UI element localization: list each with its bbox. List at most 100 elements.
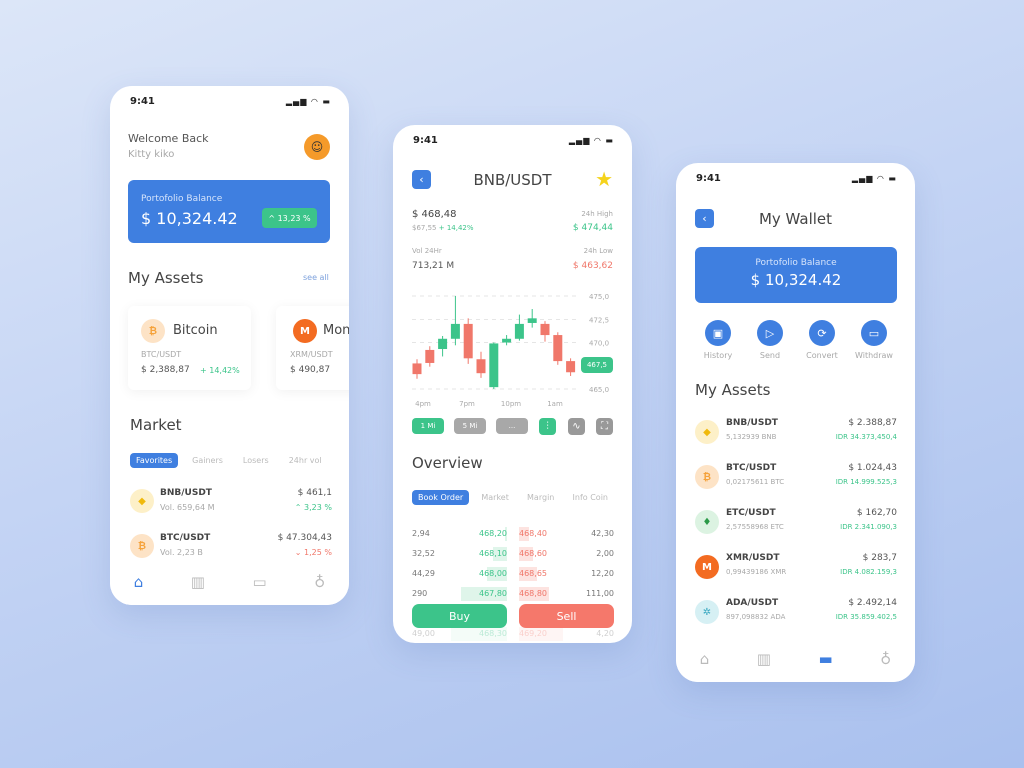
bid-price: 468,10 (479, 549, 507, 558)
history-button[interactable]: ▣ History (695, 320, 741, 360)
candle-body (514, 323, 524, 339)
indicators-icon[interactable]: ⫶ (539, 418, 556, 435)
wallet-icon[interactable]: ▭ (253, 573, 267, 591)
change: 1,25 % (304, 548, 332, 557)
order-book-row[interactable]: 290 467,80 468,80 111,00 (412, 585, 614, 605)
amount: 897,098832 ADA (726, 613, 786, 621)
pair: XMR/USDT (726, 553, 780, 563)
action-label: Withdraw (855, 351, 893, 360)
ask-amount: 12,20 (591, 569, 614, 578)
candle-body (463, 323, 473, 359)
ask-amount: 42,30 (591, 529, 614, 538)
wallet-title: My Wallet (758, 210, 833, 228)
bnb-icon: ◆ (695, 420, 719, 444)
bitcoin-icon: ₿ (141, 319, 165, 343)
wallet-asset-row[interactable]: ₿ BTC/USDT 0,02175611 BTC $ 1.024,43 IDR… (695, 461, 897, 506)
convert-button[interactable]: ⟳ Convert (799, 320, 845, 360)
convert-icon: ⟳ (809, 320, 835, 346)
chart-icon[interactable]: ▥ (757, 650, 771, 668)
interval-more[interactable]: ... (496, 418, 528, 434)
withdraw-button[interactable]: ▭ Withdraw (851, 320, 897, 360)
volume: Vol. 2,23 B (160, 548, 203, 557)
asset-name: Monero (323, 323, 349, 338)
asset-card[interactable]: M Monero XRM/USDT $ 490,87 (276, 306, 349, 390)
x-tick-label: 4pm (415, 400, 431, 408)
y-tick-label: 470,0 (589, 340, 609, 348)
status-icons: ▂▄▆ ◠ ▬ (568, 136, 614, 145)
wallet-asset-row[interactable]: M XMR/USDT 0,99439186 XMR $ 283,7 IDR 4.… (695, 551, 897, 596)
bottom-nav: ⌂ ▥ ▭ ♁ (110, 559, 349, 605)
change-badge: ^ 13,23 % (262, 208, 317, 228)
fullscreen-icon[interactable]: ⛶ (596, 418, 613, 435)
tab-market[interactable]: Market (475, 490, 515, 505)
order-book-row[interactable]: 32,52 468,10 468,60 2,00 (412, 545, 614, 565)
monero-icon: M (695, 555, 719, 579)
usd-value: $ 162,70 (856, 508, 897, 518)
interval-5mi[interactable]: 5 Mi (454, 418, 486, 434)
y-tick-label: 472,5 (589, 316, 609, 324)
home-icon[interactable]: ⌂ (134, 573, 144, 591)
bid-price: 468,00 (479, 569, 507, 578)
status-icons: ▂▄▆ ◠ ▬ (285, 97, 331, 106)
pair: BNB/USDT (160, 488, 212, 498)
bid-price: 467,80 (479, 589, 507, 598)
market-row[interactable]: ◆ BNB/USDT Vol. 659,64 M $ 461,1 ⌃ 3,23 … (130, 486, 332, 520)
tab-info-coin[interactable]: Info Coin (567, 490, 614, 505)
balance-value: $ 10,324.42 (141, 209, 238, 228)
wallet-screen: 9:41 ▂▄▆ ◠ ▬ ‹ My Wallet Portofolio Bala… (676, 163, 915, 682)
tab-losers[interactable]: Losers (237, 453, 275, 468)
monero-icon: M (293, 319, 317, 343)
wallet-icon[interactable]: ▬ (819, 650, 833, 668)
bid-price: 468,20 (479, 529, 507, 538)
sub-change: + 14,42% (438, 224, 474, 232)
wallet-asset-list: ◆ BNB/USDT 5,132939 BNB $ 2.388,87 IDR 3… (695, 416, 897, 641)
tab-margin[interactable]: Margin (521, 490, 560, 505)
idr-value: IDR 14.999.525,3 (835, 478, 897, 486)
chart-icon[interactable]: ▥ (191, 573, 205, 591)
price: $ 47.304,43 (277, 533, 332, 543)
asset-price: $ 490,87 (290, 365, 331, 375)
ask-amount: 4,20 (596, 629, 614, 638)
down-arrow-icon: ⌄ (294, 548, 305, 557)
balance-card: Portofolio Balance $ 10,324.42 ^ 13,23 % (128, 180, 330, 243)
tab-gainers[interactable]: Gainers (186, 453, 229, 468)
assets-title: My Assets (695, 381, 771, 399)
asset-pair: BTC/USDT (141, 350, 182, 359)
high-label: 24h High (581, 210, 613, 218)
ask-price: 468,60 (519, 549, 547, 558)
interval-1mi[interactable]: 1 Mi (412, 418, 444, 434)
action-label: History (703, 351, 733, 360)
history-icon: ▣ (705, 320, 731, 346)
pair: BTC/USDT (160, 533, 211, 543)
wallet-asset-row[interactable]: ◆ BNB/USDT 5,132939 BNB $ 2.388,87 IDR 3… (695, 416, 897, 461)
buy-button[interactable]: Buy (412, 604, 507, 628)
tab-24hr-vol[interactable]: 24hr vol (283, 453, 328, 468)
send-button[interactable]: ▷ Send (747, 320, 793, 360)
trade-screen: 9:41 ▂▄▆ ◠ ▬ ‹ BNB/USDT ★ $ 468,48 $67,5… (393, 125, 632, 643)
sell-button[interactable]: Sell (519, 604, 614, 628)
pair: ETC/USDT (726, 508, 776, 518)
order-book-row[interactable]: 2,94 468,20 468,40 42,30 (412, 525, 614, 545)
bid-amount: 32,52 (412, 549, 435, 558)
profile-icon[interactable]: ♁ (880, 650, 891, 668)
line-chart-icon[interactable]: ∿ (568, 418, 585, 435)
tab-book-order[interactable]: Book Order (412, 490, 470, 505)
x-tick-label: 10pm (501, 400, 521, 408)
asset-card[interactable]: ₿ Bitcoin BTC/USDT $ 2,388,87 + 14,42% (128, 306, 251, 390)
order-book-row[interactable]: 44,29 468,00 468,65 12,20 (412, 565, 614, 585)
home-icon[interactable]: ⌂ (700, 650, 710, 668)
x-tick-label: 7pm (459, 400, 475, 408)
low-label: 24h Low (583, 247, 613, 255)
balance-label: Portofolio Balance (755, 258, 837, 268)
candle-body (540, 323, 550, 336)
star-icon[interactable]: ★ (595, 167, 613, 191)
vol-value: 713,21 M (412, 261, 455, 271)
see-all-link[interactable]: see all (303, 273, 329, 282)
tab-favorites[interactable]: Favorites (130, 453, 179, 468)
candlestick-chart[interactable]: 475,0 472,5 470,0 465,0 4pm 7pm 10pm 1am (393, 285, 632, 410)
avatar[interactable]: ☺ (304, 134, 330, 160)
wallet-asset-row[interactable]: ♦ ETC/USDT 2,57558968 ETC $ 162,70 IDR 2… (695, 506, 897, 551)
profile-icon[interactable]: ♁ (314, 573, 325, 591)
ask-price: 468,65 (519, 569, 547, 578)
wallet-asset-row[interactable]: ✲ ADA/USDT 897,098832 ADA $ 2.492,14 IDR… (695, 596, 897, 641)
